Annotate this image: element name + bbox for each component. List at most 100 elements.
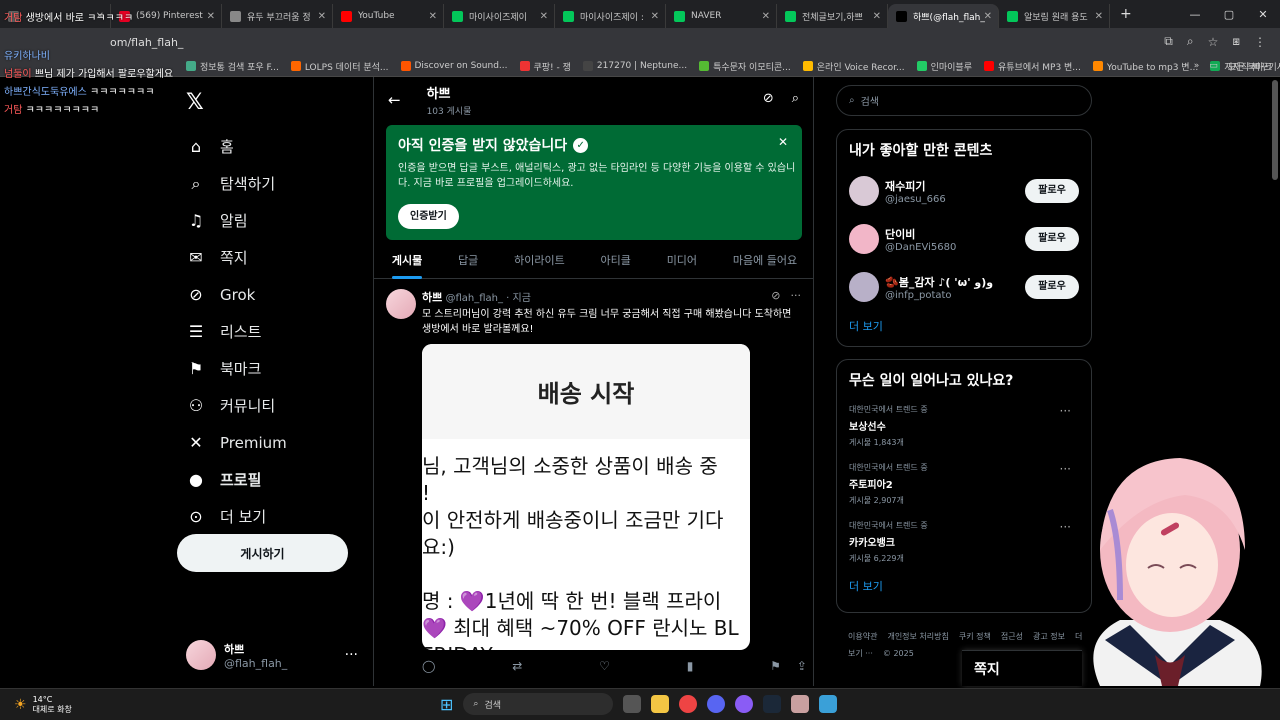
post-button[interactable]: 게시하기 [177, 534, 348, 572]
profile-tab[interactable]: 게시물 [391, 243, 423, 279]
nav-item[interactable]: ⚇ 커뮤니티 [186, 387, 287, 424]
nav-item[interactable]: ☰ 리스트 [186, 313, 287, 350]
avatar[interactable] [849, 176, 879, 206]
browser-tab[interactable]: NAVER ✕ [666, 4, 777, 28]
weather-widget[interactable]: ☀ 14°C 대체로 화창 [0, 695, 72, 715]
tweet-author[interactable]: 하쁘 [422, 291, 442, 304]
nav-item[interactable]: ⌕ 탐색하기 [186, 165, 287, 202]
close-icon[interactable]: ✕ [429, 11, 437, 22]
footer-link[interactable]: 접근성 [1001, 632, 1023, 641]
suggested-account[interactable]: 재수피기 @jaesu_666 팔로우 [849, 174, 1079, 208]
bookmark-item[interactable]: YouTube to mp3 변... [1087, 60, 1204, 73]
trend-item[interactable]: 대한민국에서 트렌드 중 보상선수 게시물 1,843개 ··· [849, 404, 1079, 448]
browser-tab[interactable]: 전체글보기,하쁘 ✕ [777, 4, 888, 28]
grok-icon[interactable]: ⊘ [763, 91, 774, 106]
show-more-link[interactable]: 더 보기 [849, 318, 1079, 334]
close-icon[interactable]: ✕ [762, 11, 770, 22]
chrome-icon[interactable] [679, 695, 698, 713]
steam-icon[interactable] [763, 695, 782, 713]
follow-button[interactable]: 팔로우 [1025, 179, 1079, 203]
bookmarks-folder[interactable]: » ▭ 모든 북마크 [1194, 60, 1272, 73]
bookmark-item[interactable]: 특수문자 이모티콘... [693, 60, 797, 73]
nav-item[interactable]: ⌂ 홈 [186, 128, 287, 165]
close-icon[interactable]: ✕ [651, 11, 659, 22]
suggested-name[interactable]: 🫘봄_감자 ♪( 'ω' و)و [885, 274, 993, 290]
profile-tab[interactable]: 아티클 [601, 243, 631, 279]
menu-icon[interactable]: ⋮ [1254, 35, 1266, 49]
maximize-icon[interactable]: ▢ [1212, 8, 1246, 21]
taskbar-search[interactable]: ⌕ 검색 [463, 693, 614, 715]
bookmark-item[interactable]: 217270 | Neptune... [577, 61, 693, 71]
tweet-avatar[interactable] [386, 289, 416, 319]
nav-item[interactable]: ⊘ Grok [186, 276, 287, 313]
nav-item[interactable]: ● 프로필 [186, 461, 287, 498]
browser-tab[interactable]: 알보림 원래 용도 ✕ [999, 4, 1110, 28]
scrollbar[interactable] [1272, 80, 1278, 180]
browser-tab[interactable]: YouTube ✕ [333, 4, 444, 28]
suggested-name[interactable]: 재수피기 [885, 178, 946, 194]
close-icon[interactable]: ✕ [318, 11, 326, 22]
profile-tab[interactable]: 미디어 [667, 243, 697, 279]
nav-item[interactable]: ♫ 알림 [186, 202, 287, 239]
close-icon[interactable]: ✕ [873, 11, 881, 22]
tweet-time[interactable]: · 지금 [506, 293, 531, 304]
browser-tab[interactable]: 마이사이즈제이 : ✕ [555, 4, 666, 28]
more-icon[interactable]: ··· [345, 647, 358, 663]
avatar[interactable] [849, 272, 879, 302]
nav-item[interactable]: ✉ 쪽지 [186, 239, 287, 276]
trend-item[interactable]: 대한민국에서 트렌드 중 주토피아2 게시물 2,907개 ··· [849, 462, 1079, 506]
nav-item[interactable]: ⊙ 더 보기 [186, 498, 287, 535]
bookmark-item[interactable]: 쿠팡! - 쟁 [514, 60, 577, 73]
bookmark-item[interactable]: LOLPS 데이터 분석... [285, 60, 395, 73]
bookmark-item[interactable]: Discover on Sound... [395, 61, 514, 71]
account-switcher[interactable]: 하쁘 @flah_flah_ ··· [186, 640, 358, 670]
notepad-icon[interactable] [819, 695, 838, 713]
close-icon[interactable]: ✕ [984, 11, 992, 22]
verify-button[interactable]: 인증받기 [398, 204, 459, 229]
footer-link[interactable]: 이용약관 [848, 632, 877, 641]
share-icon[interactable]: ⇪ [797, 659, 807, 673]
back-arrow-icon[interactable]: ← [388, 91, 401, 109]
follow-button[interactable]: 팔로우 [1025, 227, 1079, 251]
browser-tab[interactable]: 유두 부끄러움 정 ✕ [222, 4, 333, 28]
more-icon[interactable]: ··· [1060, 404, 1071, 418]
footer-link[interactable]: 쿠키 정책 [959, 632, 991, 641]
profile-tab[interactable]: 마음에 들어요 [733, 243, 797, 279]
zoom-icon[interactable]: ⌕ [1187, 34, 1194, 49]
trend-item[interactable]: 대한민국에서 트렌드 중 카카오뱅크 게시물 6,229개 ··· [849, 520, 1079, 564]
minimize-icon[interactable]: — [1178, 8, 1212, 21]
close-icon[interactable]: ✕ [540, 11, 548, 22]
profile-tab[interactable]: 답글 [458, 243, 478, 279]
nav-item[interactable]: ⚑ 북마크 [186, 350, 287, 387]
app-icon[interactable] [735, 695, 754, 713]
footer-link[interactable]: 개인정보 처리방침 [887, 632, 948, 641]
bookmarks-folder-label[interactable]: 모든 북마크 [1228, 60, 1272, 73]
star-icon[interactable]: ☆ [1208, 35, 1219, 49]
suggested-account[interactable]: 단이비 @DanEVi5680 팔로우 [849, 222, 1079, 256]
discord-icon[interactable] [707, 695, 726, 713]
bookmark-icon[interactable]: ⚑ [770, 659, 781, 673]
tweet[interactable]: 하쁘 @flah_flah_ · 지금 모 스트리머님이 강력 추천 하신 유두… [374, 281, 813, 345]
browser-tab[interactable]: 마이사이즈제이 ✕ [444, 4, 555, 28]
close-window-icon[interactable]: ✕ [1246, 8, 1280, 21]
chevron-right-icon[interactable]: » [1194, 61, 1200, 71]
tweet-image[interactable]: 배송 시작 님, 고객님의 소중한 상품이 배송 중! 이 안전하게 배송중이니 … [422, 344, 750, 650]
reply-icon[interactable]: ◯ [422, 659, 435, 673]
suggested-account[interactable]: 🫘봄_감자 ♪( 'ω' و)و @infp_potato 팔로우 [849, 270, 1079, 304]
extensions-icon[interactable]: ⧆ [1232, 34, 1240, 49]
retweet-icon[interactable]: ⇄ [512, 659, 522, 673]
profile-tab[interactable]: 하이라이트 [514, 243, 565, 279]
suggested-name[interactable]: 단이비 [885, 226, 956, 242]
close-icon[interactable]: ✕ [1095, 11, 1103, 22]
avatar[interactable] [849, 224, 879, 254]
windows-start-icon[interactable]: ⊞ [440, 695, 453, 714]
nav-item[interactable]: ✕ Premium [186, 424, 286, 461]
browser-tab[interactable]: 하쁘(@flah_flah_ ✕ [888, 4, 999, 28]
bookmark-item[interactable]: 인마이블루 [911, 60, 978, 73]
bookmark-item[interactable]: 유튜브에서 MP3 변... [978, 60, 1087, 73]
task-view-icon[interactable] [623, 695, 642, 713]
tweet-handle[interactable]: @flah_flah_ [445, 293, 503, 304]
file-explorer-icon[interactable] [651, 695, 670, 713]
like-icon[interactable]: ♡ [599, 659, 610, 673]
footer-link[interactable]: © 2025 [883, 649, 914, 658]
